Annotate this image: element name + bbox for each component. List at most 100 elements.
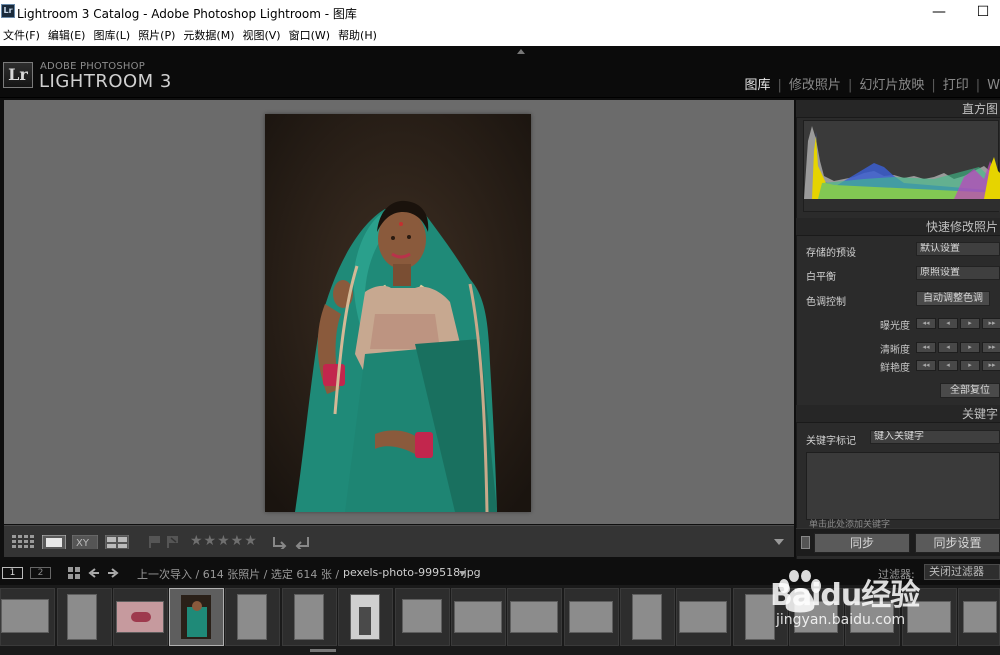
minimize-icon: — — [932, 4, 946, 20]
reset-all-button[interactable]: 全部复位 — [940, 383, 1000, 398]
exposure-decrease-large-button[interactable]: ◂◂ — [916, 318, 936, 329]
filmstrip-source-info[interactable]: 上一次导入 / 614 张照片 / 选定 614 张 / — [137, 566, 339, 582]
exposure-buttons: ◂◂ ◂ ▸ ▸▸ — [916, 318, 1000, 329]
clarity-decrease-large-button[interactable]: ◂◂ — [916, 342, 936, 353]
white-balance-select[interactable]: 原照设置 — [916, 266, 1000, 280]
compare-view-icon[interactable]: XY — [72, 535, 98, 549]
vibrance-decrease-button[interactable]: ◂ — [938, 360, 958, 371]
saree-shape — [187, 607, 207, 637]
filmstrip-thumbnail[interactable] — [451, 588, 506, 646]
sync-button[interactable]: 同步 — [814, 533, 910, 553]
module-separator: | — [847, 78, 853, 93]
menu-help[interactable]: 帮助(H) — [335, 26, 380, 46]
window-title-bar: Lr Lightroom 3 Catalog - Adobe Photoshop… — [0, 0, 1000, 26]
module-print[interactable]: 打印 — [943, 74, 969, 93]
filmstrip-thumbnail[interactable] — [0, 588, 55, 646]
menu-metadata[interactable]: 元数据(M) — [180, 26, 237, 46]
filmstrip-thumbnail[interactable] — [113, 588, 168, 646]
thumbnail-image — [116, 601, 164, 633]
filmstrip-thumbnail[interactable] — [676, 588, 731, 646]
saved-preset-select[interactable]: 默认设置 — [916, 242, 1000, 256]
vibrance-label: 鲜艳度 — [880, 363, 910, 374]
thumbnail-image — [510, 601, 558, 633]
maximize-button[interactable]: ☐ — [960, 0, 1000, 26]
thumbnail-image — [350, 594, 380, 640]
tone-control-label: 色调控制 — [806, 297, 846, 308]
module-separator: | — [931, 78, 936, 93]
lightroom-app-icon: Lr — [1, 4, 15, 18]
exposure-increase-large-button[interactable]: ▸▸ — [982, 318, 1000, 329]
secondary-window-button[interactable]: 2 — [30, 567, 51, 579]
menu-library[interactable]: 图库(L) — [90, 26, 133, 46]
menu-window[interactable]: 窗口(W) — [286, 26, 333, 46]
module-develop[interactable]: 修改照片 — [789, 74, 841, 93]
filmstrip-scrollbar-thumb[interactable] — [310, 649, 336, 652]
vibrance-increase-large-button[interactable]: ▸▸ — [982, 360, 1000, 371]
collapse-top-panel-icon[interactable] — [517, 49, 525, 54]
toolbar-menu-chevron-icon[interactable] — [774, 539, 784, 553]
vibrance-buttons: ◂◂ ◂ ▸ ▸▸ — [916, 360, 1000, 371]
module-library[interactable]: 图库 — [745, 74, 771, 93]
filmstrip-thumbnail[interactable] — [57, 588, 112, 646]
thumbnail-image — [402, 599, 442, 633]
grid-view-filmstrip-icon[interactable] — [68, 567, 80, 579]
loupe-view — [4, 100, 794, 524]
loupe-view-icon[interactable] — [42, 535, 66, 549]
clarity-increase-large-button[interactable]: ▸▸ — [982, 342, 1000, 353]
keyword-tags-select[interactable]: 键入关键字 — [870, 430, 1000, 444]
quick-develop-header[interactable]: 快速修改照片 — [796, 218, 1000, 236]
clarity-buttons: ◂◂ ◂ ▸ ▸▸ — [916, 342, 1000, 353]
exposure-decrease-button[interactable]: ◂ — [938, 318, 958, 329]
thumbnail-image — [180, 594, 212, 640]
forward-arrow-icon[interactable] — [107, 567, 119, 579]
histogram-chart — [803, 120, 1000, 212]
menu-bar: 文件(F) 编辑(E) 图库(L) 照片(P) 元数据(M) 视图(V) 窗口(W) 帮助(H… — [0, 26, 1000, 46]
filmstrip-thumbnail[interactable] — [225, 588, 280, 646]
sync-settings-button[interactable]: 同步设置 — [915, 533, 1000, 553]
back-arrow-icon[interactable] — [88, 567, 100, 579]
module-separator: | — [975, 78, 981, 93]
filename-dropdown-icon[interactable] — [459, 571, 466, 576]
module-slideshow[interactable]: 幻灯片放映 — [859, 74, 924, 93]
star-rating[interactable]: ★★★★★ — [190, 533, 258, 549]
auto-tone-button[interactable]: 自动调整色调 — [916, 291, 990, 306]
rotate-left-icon[interactable] — [270, 535, 288, 549]
module-web[interactable]: W — [987, 78, 1000, 93]
thumbnail-image — [237, 594, 267, 640]
minimize-button[interactable]: — — [916, 0, 962, 26]
thumbnail-image — [67, 594, 97, 640]
vibrance-increase-button[interactable]: ▸ — [960, 360, 980, 371]
window-title: Lightroom 3 Catalog - Adobe Photoshop Li… — [17, 7, 357, 21]
survey-view-icon[interactable] — [105, 535, 129, 549]
keywording-header[interactable]: 关键字 — [796, 405, 1000, 423]
menu-file[interactable]: 文件(F) — [0, 26, 43, 46]
thumbnail-image — [294, 594, 324, 640]
sync-toggle-switch[interactable] — [801, 536, 810, 549]
lips-shape — [131, 612, 151, 622]
clarity-decrease-button[interactable]: ◂ — [938, 342, 958, 353]
histogram-graph-image — [804, 126, 1000, 199]
flag-pick-icon[interactable] — [148, 535, 162, 549]
filmstrip-thumbnail[interactable] — [282, 588, 337, 646]
main-window-button[interactable]: 1 — [2, 567, 23, 579]
filmstrip-thumbnail-selected[interactable] — [169, 588, 224, 646]
vibrance-decrease-large-button[interactable]: ◂◂ — [916, 360, 936, 371]
selected-photo[interactable] — [265, 114, 531, 512]
exposure-increase-button[interactable]: ▸ — [960, 318, 980, 329]
filmstrip-thumbnail[interactable] — [395, 588, 450, 646]
flag-reject-icon[interactable] — [166, 535, 180, 549]
brand-lightroom: LIGHTROOM 3 — [39, 71, 172, 92]
rotate-right-icon[interactable] — [294, 535, 312, 549]
exposure-label: 曝光度 — [880, 321, 910, 332]
filmstrip-thumbnail[interactable] — [507, 588, 562, 646]
grid-view-icon[interactable] — [12, 535, 34, 549]
filmstrip-thumbnail[interactable] — [620, 588, 675, 646]
filmstrip-thumbnail[interactable] — [564, 588, 619, 646]
clarity-increase-button[interactable]: ▸ — [960, 342, 980, 353]
menu-edit[interactable]: 编辑(E) — [45, 26, 89, 46]
keyword-text-area[interactable]: 单击此处添加关键字 — [806, 452, 1000, 530]
menu-view[interactable]: 视图(V) — [239, 26, 283, 46]
filmstrip-thumbnail[interactable] — [338, 588, 393, 646]
histogram-header[interactable]: 直方图 — [796, 100, 1000, 118]
menu-photo[interactable]: 照片(P) — [135, 26, 178, 46]
